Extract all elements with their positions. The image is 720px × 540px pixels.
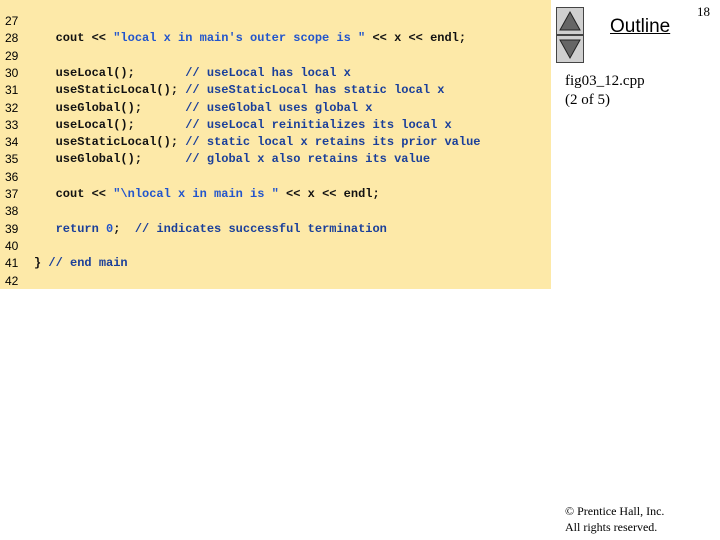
code-line: 39 return 0; // indicates successful ter…: [0, 221, 551, 238]
line-number: 36: [5, 169, 19, 184]
copyright-notice: © Prentice Hall, Inc. All rights reserve…: [565, 503, 664, 535]
code-line: 38: [0, 203, 551, 220]
figure-part: (2 of 5): [565, 92, 610, 108]
code-comment: // useLocal has local x: [185, 65, 351, 80]
line-number: 29: [5, 48, 19, 63]
code-comment: // useStaticLocal has static local x: [185, 83, 445, 98]
line-number: 39: [5, 221, 19, 236]
code-line: 29: [0, 48, 551, 65]
code-text: useStaticLocal(); // useStaticLocal has …: [34, 82, 445, 99]
code-line: 40: [0, 238, 551, 255]
code-token: return: [55, 221, 99, 236]
line-number: 41: [5, 256, 19, 271]
code-comment: // useLocal reinitializes its local x: [185, 117, 452, 132]
code-line: 27: [0, 13, 551, 30]
triangle-down-icon: [559, 39, 581, 60]
copyright-line-1: © Prentice Hall, Inc.: [565, 504, 665, 518]
line-number: 37: [5, 187, 19, 201]
code-comment: // global x also retains its value: [185, 152, 431, 167]
code-text: cout << "local x in main's outer scope i…: [34, 30, 467, 47]
line-number: 33: [5, 117, 19, 132]
code-token: useStaticLocal();: [34, 135, 186, 150]
next-slide-button[interactable]: [556, 35, 584, 63]
line-number: 30: [5, 65, 19, 80]
outline-link[interactable]: Outline: [610, 16, 670, 38]
line-number: 34: [5, 135, 19, 150]
code-token: useLocal();: [34, 117, 186, 132]
code-comment: // indicates successful termination: [134, 221, 387, 236]
code-token: useGlobal();: [34, 152, 186, 167]
figure-label: fig03_12.cpp (2 of 5): [565, 72, 645, 110]
code-line: 30 useLocal(); // useLocal has local x: [0, 65, 551, 82]
code-comment: // useGlobal uses global x: [185, 100, 373, 115]
code-token: ;: [113, 221, 135, 236]
line-number: 27: [5, 14, 19, 28]
code-token: cout <<: [34, 31, 114, 46]
previous-slide-button[interactable]: [556, 7, 584, 35]
line-number: 28: [5, 31, 19, 46]
code-line: 37 cout << "\nlocal x in main is " << x …: [0, 186, 551, 203]
code-text: return 0; // indicates successful termin…: [34, 221, 387, 238]
code-text: cout << "\nlocal x in main is " << x << …: [34, 186, 380, 203]
code-line: 42: [0, 273, 551, 290]
code-line: 41} // end main: [0, 255, 551, 272]
code-token: << x << endl;: [278, 187, 380, 201]
code-text: useStaticLocal(); // static local x reta…: [34, 134, 481, 151]
code-comment: // static local x retains its prior valu…: [185, 135, 481, 150]
code-text: useLocal(); // useLocal has local x: [34, 65, 351, 82]
code-line: 36: [0, 169, 551, 186]
code-line: 32 useGlobal(); // useGlobal uses global…: [0, 100, 551, 117]
line-number: 32: [5, 100, 19, 115]
code-token: }: [34, 256, 49, 271]
code-token: << x << endl;: [365, 31, 467, 46]
code-line: 28 cout << "local x in main's outer scop…: [0, 30, 551, 47]
code-panel: 27 28 cout << "local x in main's outer sc…: [0, 0, 551, 289]
line-number: 42: [5, 273, 19, 288]
code-text: useLocal(); // useLocal reinitializes it…: [34, 117, 452, 134]
code-text: } // end main: [34, 255, 128, 272]
code-token: useLocal();: [34, 65, 186, 80]
code-token: useStaticLocal();: [34, 83, 186, 98]
copyright-line-2: All rights reserved.: [565, 520, 658, 534]
line-number: 35: [5, 152, 19, 167]
line-number: 40: [5, 238, 19, 253]
code-line: 35 useGlobal(); // global x also retains…: [0, 151, 551, 168]
code-comment: // end main: [48, 256, 128, 271]
code-string: "\nlocal x in main is ": [113, 187, 279, 201]
code-string: "local x in main's outer scope is ": [113, 31, 366, 46]
code-line: 33 useLocal(); // useLocal reinitializes…: [0, 117, 551, 134]
triangle-up-icon: [559, 10, 581, 31]
code-line: 34 useStaticLocal(); // static local x r…: [0, 134, 551, 151]
figure-file-name: fig03_12.cpp: [565, 73, 645, 89]
line-number: 38: [5, 204, 19, 219]
code-token: cout <<: [34, 187, 114, 201]
slide-number: 18: [697, 4, 710, 19]
code-line: 31 useStaticLocal(); // useStaticLocal h…: [0, 82, 551, 99]
code-text: useGlobal(); // useGlobal uses global x: [34, 100, 373, 117]
code-token: useGlobal();: [34, 100, 186, 115]
line-number: 31: [5, 83, 19, 98]
code-text: useGlobal(); // global x also retains it…: [34, 151, 430, 168]
